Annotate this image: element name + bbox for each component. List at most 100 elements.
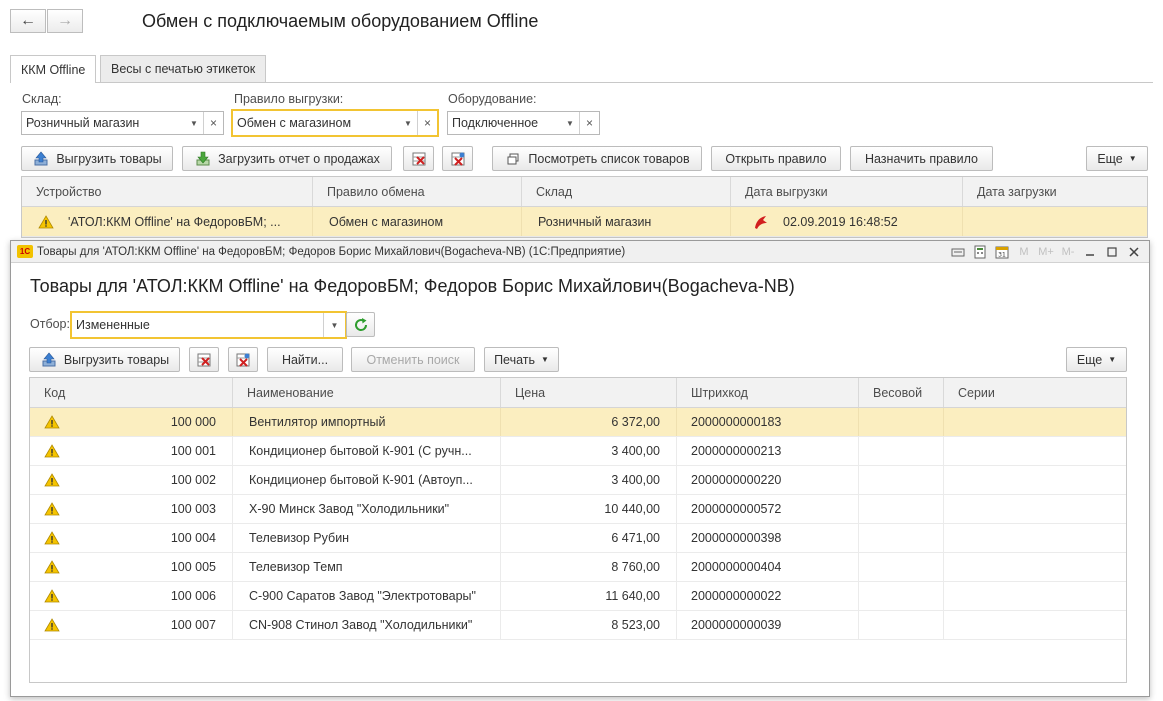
weighted-cell bbox=[859, 437, 944, 465]
weighted-cell bbox=[859, 495, 944, 523]
warehouse-cell: Розничный магазин bbox=[522, 207, 731, 236]
name-cell: Телевизор Темп bbox=[233, 553, 501, 581]
clear-table-icon bbox=[195, 351, 213, 369]
warehouse-field[interactable]: Розничный магазин ▼ × bbox=[21, 111, 224, 135]
equipment-value[interactable]: Подключенное bbox=[448, 112, 561, 134]
name-cell: Телевизор Рубин bbox=[233, 524, 501, 552]
weighted-cell bbox=[859, 408, 944, 436]
table-row[interactable]: 100 001 Кондиционер бытовой К-901 (С ручн… bbox=[30, 437, 1126, 466]
table-row[interactable]: 100 000 Вентилятор импортный 6 372,00 20000… bbox=[30, 408, 1126, 437]
sub-delete-button[interactable] bbox=[228, 347, 258, 372]
code-cell: 100 003 bbox=[30, 495, 233, 523]
refresh-button[interactable] bbox=[346, 312, 375, 337]
device-cell: 'АТОЛ:ККМ Offline' на ФедоровБМ; ... bbox=[22, 207, 313, 236]
barcode-cell: 2000000000404 bbox=[677, 553, 859, 581]
table-row[interactable]: 100 002 Кондиционер бытовой К-901 (Автоуп… bbox=[30, 466, 1126, 495]
equipment-field[interactable]: Подключенное ▼ × bbox=[447, 111, 600, 135]
open-rule-button[interactable]: Открыть правило bbox=[711, 146, 841, 171]
load-report-button[interactable]: Загрузить отчет о продажах bbox=[182, 146, 392, 171]
calendar-icon[interactable]: 31 bbox=[993, 243, 1011, 261]
tab-label: ККМ Offline bbox=[21, 62, 86, 77]
warning-icon bbox=[44, 618, 60, 632]
column-header[interactable]: Серии bbox=[944, 378, 1126, 407]
tab-scales[interactable]: Весы с печатью этикеток bbox=[100, 55, 267, 82]
table-row[interactable]: 'АТОЛ:ККМ Offline' на ФедоровБМ; ... Обм… bbox=[22, 207, 1147, 237]
more-button[interactable]: Еще ▼ bbox=[1086, 146, 1148, 171]
subwindow-title: Товары для 'АТОЛ:ККМ Offline' на Федоров… bbox=[37, 245, 626, 258]
sub-clear-button[interactable] bbox=[189, 347, 219, 372]
price-cell: 6 471,00 bbox=[501, 524, 677, 552]
warehouse-value[interactable]: Розничный магазин bbox=[22, 112, 185, 134]
upload-icon bbox=[40, 351, 58, 369]
table-row[interactable]: 100 005 Телевизор Темп 8 760,00 20000000004… bbox=[30, 553, 1126, 582]
table-row[interactable]: 100 003 Х-90 Минск Завод "Холодильники" 10… bbox=[30, 495, 1126, 524]
assign-rule-button[interactable]: Назначить правило bbox=[850, 146, 993, 171]
code-cell: 100 002 bbox=[30, 466, 233, 494]
dropdown-arrow-icon[interactable]: ▼ bbox=[399, 111, 417, 135]
column-header[interactable]: Код bbox=[30, 378, 233, 407]
column-header[interactable]: Устройство bbox=[22, 177, 313, 206]
table-row[interactable]: 100 006 С-900 Саратов Завод "Электротовар… bbox=[30, 582, 1126, 611]
delete-unloaded-button[interactable] bbox=[442, 146, 473, 171]
dropdown-arrow-icon[interactable]: ▼ bbox=[323, 313, 345, 337]
barcode-cell: 2000000000183 bbox=[677, 408, 859, 436]
column-header[interactable]: Дата загрузки bbox=[963, 177, 1147, 206]
weighted-cell bbox=[859, 553, 944, 581]
filter-field[interactable]: Измененные ▼ bbox=[70, 311, 347, 339]
warning-icon bbox=[44, 560, 60, 574]
memory-minus-icon[interactable]: M- bbox=[1059, 243, 1077, 261]
subwindow-heading: Товары для 'АТОЛ:ККМ Offline' на Федоров… bbox=[30, 276, 795, 296]
column-header[interactable]: Склад bbox=[522, 177, 731, 206]
back-button[interactable]: ← bbox=[10, 9, 46, 33]
close-icon[interactable] bbox=[1125, 243, 1143, 261]
column-header[interactable]: Весовой bbox=[859, 378, 944, 407]
price-cell: 11 640,00 bbox=[501, 582, 677, 610]
column-header[interactable]: Правило обмена bbox=[313, 177, 522, 206]
sub-more-button[interactable]: Еще ▼ bbox=[1066, 347, 1127, 372]
column-header[interactable]: Наименование bbox=[233, 378, 501, 407]
warning-icon bbox=[44, 415, 60, 429]
clear-icon[interactable]: × bbox=[579, 112, 599, 134]
minimize-icon[interactable] bbox=[1081, 243, 1099, 261]
forward-button[interactable]: → bbox=[47, 9, 83, 33]
series-cell bbox=[944, 582, 1126, 610]
tab-kkm-offline[interactable]: ККМ Offline bbox=[10, 55, 97, 83]
rule-field[interactable]: Обмен с магазином ▼ × bbox=[231, 109, 439, 137]
sub-upload-goods-button[interactable]: Выгрузить товары bbox=[29, 347, 180, 372]
filter-value[interactable]: Измененные bbox=[72, 313, 323, 337]
upload-date: 02.09.2019 16:48:52 bbox=[783, 214, 898, 229]
print-button[interactable]: Печать ▼ bbox=[484, 347, 559, 372]
column-header[interactable]: Штрихкод bbox=[677, 378, 859, 407]
name-cell: Кондиционер бытовой К-901 (Автоуп... bbox=[233, 466, 501, 494]
upload-icon bbox=[32, 150, 50, 168]
clear-list-button[interactable] bbox=[403, 146, 434, 171]
rule-value[interactable]: Обмен с магазином bbox=[233, 111, 399, 135]
table-row[interactable]: 100 007 CN-908 Стинол Завод "Холодильники… bbox=[30, 611, 1126, 640]
chevron-down-icon: ▼ bbox=[1108, 355, 1117, 364]
dropdown-arrow-icon[interactable]: ▼ bbox=[561, 112, 579, 134]
clear-icon[interactable]: × bbox=[417, 111, 437, 135]
table-row[interactable]: 100 004 Телевизор Рубин 6 471,00 2000000000… bbox=[30, 524, 1126, 553]
code-cell: 100 007 bbox=[30, 611, 233, 639]
view-goods-list-button[interactable]: Посмотреть список товаров bbox=[492, 146, 702, 171]
dropdown-arrow-icon[interactable]: ▼ bbox=[185, 112, 203, 134]
upload-goods-button[interactable]: Выгрузить товары bbox=[21, 146, 173, 171]
warning-icon bbox=[38, 214, 54, 228]
name-cell: Кондиционер бытовой К-901 (С ручн... bbox=[233, 437, 501, 465]
link-icon[interactable] bbox=[949, 243, 967, 261]
memory-plus-icon[interactable]: M+ bbox=[1037, 243, 1055, 261]
download-icon bbox=[194, 150, 212, 168]
cancel-search-button[interactable]: Отменить поиск bbox=[351, 347, 475, 372]
weighted-cell bbox=[859, 524, 944, 552]
warning-icon bbox=[44, 473, 60, 487]
memory-icon[interactable]: M bbox=[1015, 243, 1033, 261]
clear-icon[interactable]: × bbox=[203, 112, 223, 134]
column-header[interactable]: Цена bbox=[501, 378, 677, 407]
calculator-icon[interactable] bbox=[971, 243, 989, 261]
refresh-icon bbox=[352, 316, 370, 334]
find-button[interactable]: Найти... bbox=[267, 347, 343, 372]
series-cell bbox=[944, 495, 1126, 523]
maximize-icon[interactable] bbox=[1103, 243, 1121, 261]
column-header[interactable]: Дата выгрузки bbox=[731, 177, 963, 206]
arrow-right-icon: → bbox=[57, 12, 73, 29]
